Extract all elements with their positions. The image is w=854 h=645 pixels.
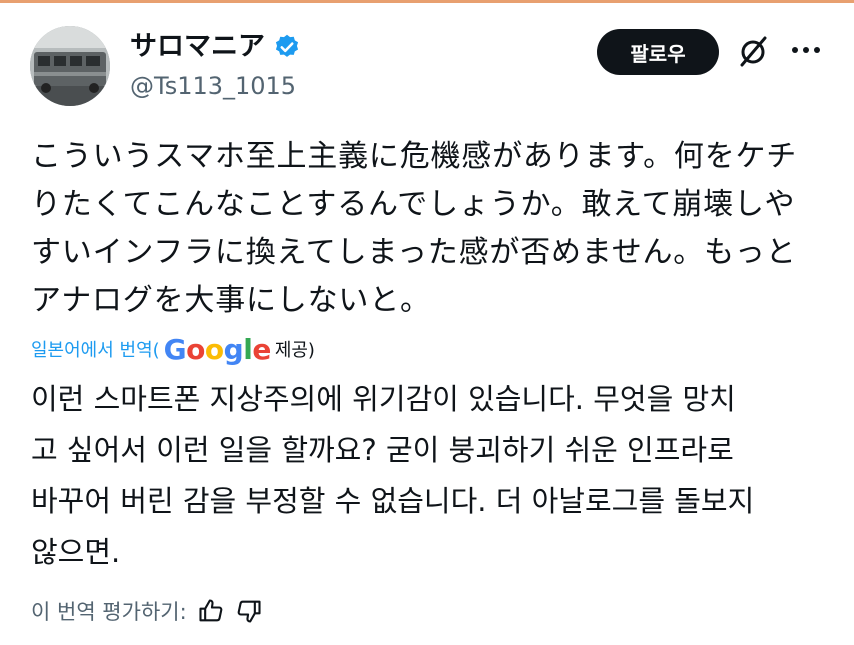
train-photo-avatar-icon (30, 26, 110, 106)
grok-icon[interactable] (735, 34, 771, 70)
translated-from-link[interactable]: 일본어에서 번역( (31, 336, 160, 362)
translated-line: 이런 스마트폰 지상주의에 위기감이 있습니다. 무엇을 망치 (31, 382, 736, 416)
verified-badge-icon (275, 34, 299, 57)
follow-button[interactable]: 팔로우 (597, 29, 719, 75)
thumbs-up-icon[interactable] (197, 597, 225, 625)
user-handle[interactable]: @Ts113_1015 (130, 70, 296, 102)
display-name[interactable]: サロマニア (130, 29, 301, 65)
translated-line: 않으면. (31, 535, 121, 569)
display-name-text: サロマニア (130, 31, 265, 62)
tweet-translated-text: 이런 스마트폰 지상주의에 위기감이 있습니다. 무엇을 망치 고 싶어서 이런… (31, 374, 831, 578)
google-logo: Google (163, 332, 272, 366)
avatar[interactable] (30, 26, 110, 106)
tweet-line: りたくてこんなことするんでしょうか。敢えて崩壊しや (31, 187, 796, 222)
top-divider (0, 0, 854, 3)
more-icon[interactable] (789, 40, 823, 60)
translated-line: 고 싶어서 이런 일을 할까요? 굳이 붕괴하기 쉬운 인프라로 (31, 433, 734, 467)
rate-translation: 이 번역 평가하기: (31, 596, 263, 626)
tweet-line: こういうスマホ至上主義に危機感があります。何をケチ (31, 139, 798, 174)
provided-by-label: 제공) (274, 340, 315, 361)
tweet-line: すいインフラに換えてしまった感が否めません。もっと (31, 235, 797, 270)
translation-attribution: 일본어에서 번역( Google 제공) (31, 331, 315, 367)
translated-line: 바꾸어 버린 감을 부정할 수 없습니다. 더 아날로그를 돌보지 (31, 484, 755, 518)
rate-translation-label: 이 번역 평가하기: (31, 600, 187, 624)
tweet-line: アナログを大事にしないと。 (31, 283, 431, 318)
thumbs-down-icon[interactable] (235, 597, 263, 625)
tweet-original-text: こういうスマホ至上主義に危機感があります。何をケチ りたくてこんなことするんでし… (31, 133, 831, 325)
